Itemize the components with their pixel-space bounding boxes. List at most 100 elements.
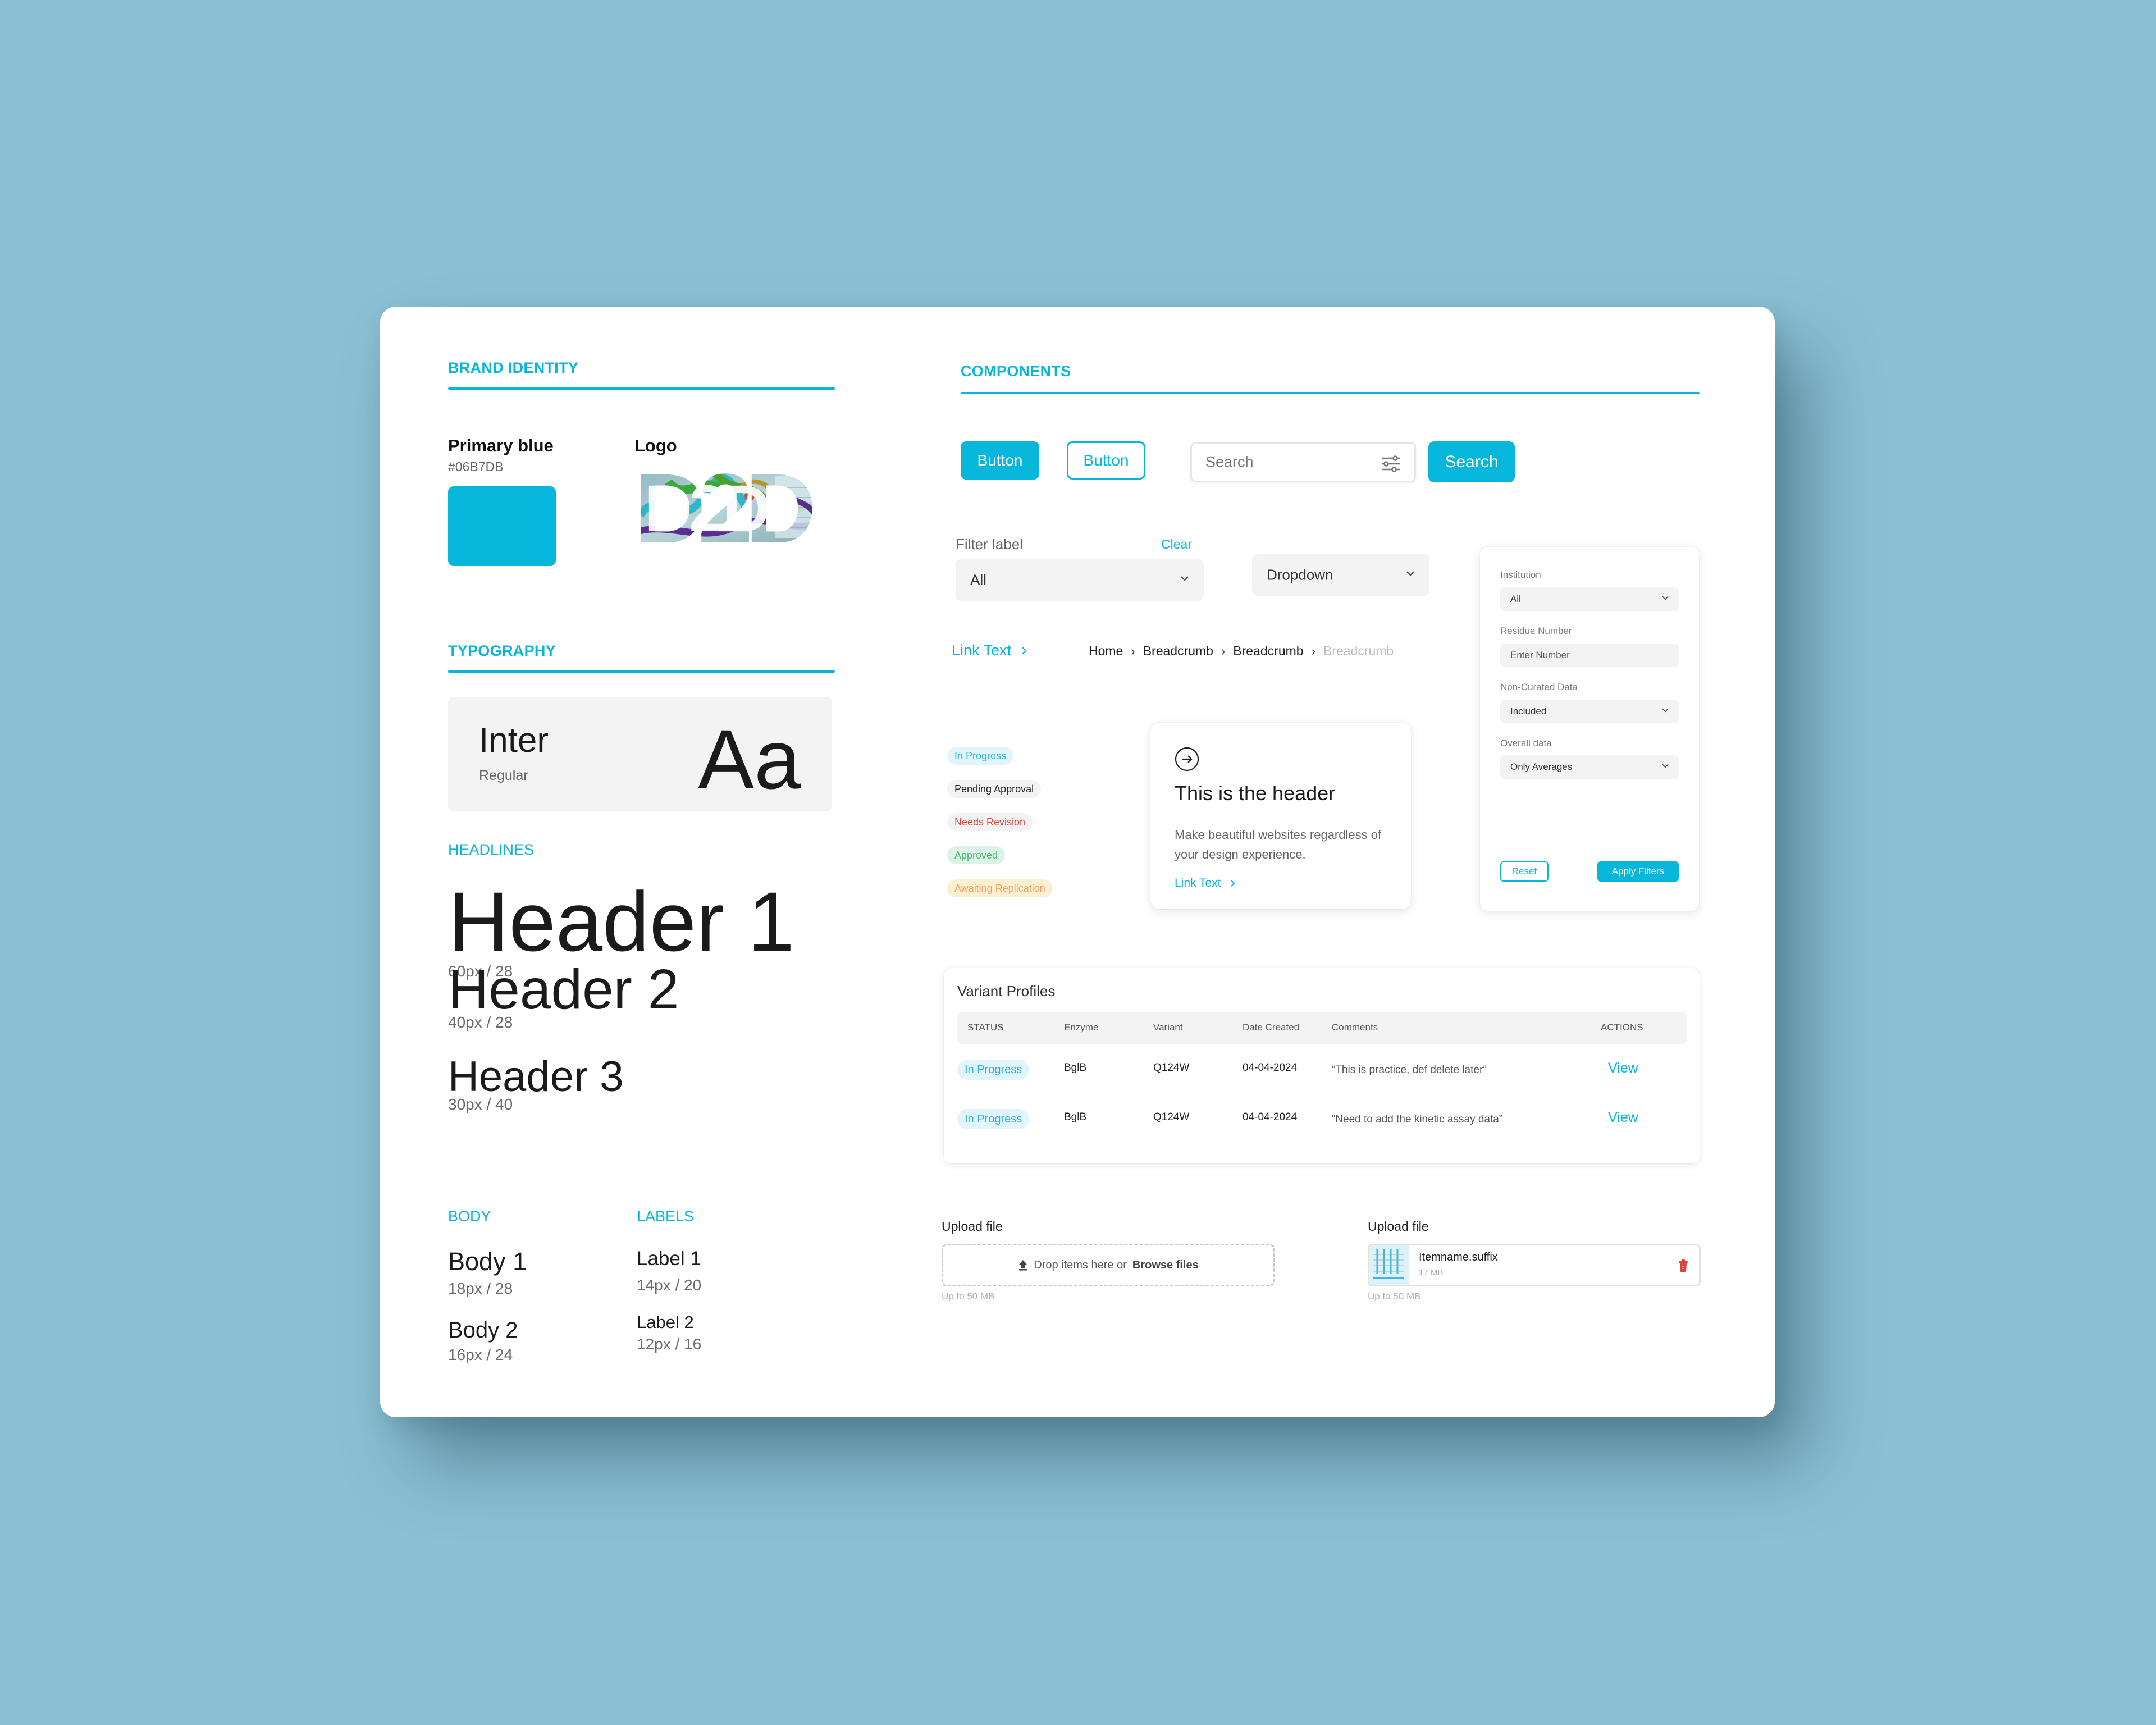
search-input[interactable]: Search: [1190, 442, 1416, 482]
info-card-title: This is the header: [1175, 782, 1336, 805]
logo-label: Logo: [634, 436, 677, 455]
institution-label: Institution: [1500, 569, 1541, 580]
uploaded-file-item: Itemname.suffix 17 MB: [1368, 1244, 1701, 1286]
info-card-body: Make beautiful websites regardless of yo…: [1175, 828, 1382, 861]
chevron-down-icon: [1662, 593, 1669, 603]
headlines-title: HEADLINES: [448, 841, 535, 858]
row-view-link[interactable]: View: [1608, 1060, 1638, 1076]
apply-filters-button[interactable]: Apply Filters: [1597, 861, 1679, 882]
header-3-sample: Header 3: [448, 1053, 624, 1101]
primary-blue-swatch: [448, 486, 556, 566]
row-enzyme: BglB: [1064, 1111, 1087, 1123]
svg-text:D2D: D2D: [645, 472, 768, 545]
typography-rule: [448, 670, 835, 673]
font-weight: Regular: [479, 768, 528, 783]
residue-number-input[interactable]: Enter Number: [1500, 644, 1679, 667]
column-header-enzyme: Enzyme: [1064, 1022, 1099, 1033]
breadcrumb-item[interactable]: Breadcrumb: [1143, 644, 1213, 659]
breadcrumb-item-current: Breadcrumb: [1323, 644, 1394, 658]
row-status-badge: In Progress: [957, 1109, 1030, 1129]
upload-size-hint: Up to 50 MB: [942, 1291, 995, 1302]
non-curated-data-select[interactable]: Included: [1500, 700, 1679, 723]
upload-icon: [1019, 1260, 1027, 1271]
status-badge-in-progress: In Progress: [947, 747, 1014, 765]
upload-label: Upload file: [942, 1219, 1003, 1234]
font-name: Inter: [479, 721, 549, 760]
file-thumbnail: [1369, 1245, 1409, 1285]
residue-number-placeholder: Enter Number: [1510, 650, 1570, 660]
body-2-spec: 16px / 24: [448, 1346, 513, 1363]
breadcrumb-item[interactable]: Breadcrumb: [1233, 644, 1303, 659]
primary-blue-hex: #06B7DB: [448, 459, 504, 474]
table-title: Variant Profiles: [957, 983, 1056, 1000]
row-date: 04-04-2024: [1243, 1062, 1298, 1074]
components-title: COMPONENTS: [961, 363, 1071, 380]
label-1-spec: 14px / 20: [637, 1276, 702, 1294]
upload-label: Upload file: [1368, 1219, 1429, 1234]
body-title: BODY: [448, 1208, 491, 1225]
body-2-sample: Body 2: [448, 1318, 518, 1343]
filter-select[interactable]: All: [956, 559, 1204, 601]
link-text[interactable]: Link Text: [952, 642, 1027, 659]
column-header-date-created: Date Created: [1243, 1022, 1300, 1033]
institution-value: All: [1510, 594, 1521, 604]
brand-identity-title: BRAND IDENTITY: [448, 359, 579, 376]
search-placeholder: Search: [1205, 453, 1254, 471]
info-card[interactable]: This is the header Make beautiful websit…: [1150, 723, 1411, 909]
search-button[interactable]: Search: [1428, 441, 1515, 482]
overall-data-value: Only Averages: [1510, 761, 1573, 772]
column-header-variant: Variant: [1153, 1022, 1183, 1033]
dropdown-select[interactable]: Dropdown: [1252, 554, 1429, 596]
chevron-down-icon: [1662, 705, 1669, 715]
row-enzyme: BglB: [1064, 1062, 1087, 1074]
table-header: STATUS Enzyme Variant Date Created Comme…: [957, 1012, 1687, 1044]
overall-data-select[interactable]: Only Averages: [1500, 755, 1679, 779]
filter-clear-link[interactable]: Clear: [1161, 537, 1192, 552]
row-variant: Q124W: [1153, 1111, 1190, 1123]
info-card-link[interactable]: Link Text: [1175, 877, 1235, 890]
chevron-right-icon: ›: [1311, 644, 1315, 658]
column-header-comments: Comments: [1332, 1022, 1378, 1033]
reset-button[interactable]: Reset: [1500, 861, 1549, 882]
body-1-sample: Body 1: [448, 1247, 527, 1276]
header-2-spec: 40px / 28: [448, 1014, 513, 1031]
status-badge-awaiting-replication: Awaiting Replication: [947, 879, 1053, 897]
browse-files-link[interactable]: Browse files: [1132, 1259, 1199, 1272]
row-view-link[interactable]: View: [1608, 1110, 1638, 1126]
row-status-badge: In Progress: [957, 1060, 1030, 1080]
style-guide-card: BRAND IDENTITY Primary blue #06B7DB Logo…: [380, 307, 1775, 1417]
info-card-link-label: Link Text: [1175, 877, 1221, 889]
row-date: 04-04-2024: [1243, 1111, 1298, 1123]
row-comment: “Need to add the kinetic assay data”: [1332, 1114, 1503, 1125]
primary-blue-label: Primary blue: [448, 436, 554, 455]
chevron-down-icon: [1662, 761, 1669, 771]
status-badge-needs-revision: Needs Revision: [947, 813, 1033, 831]
institution-select[interactable]: All: [1500, 587, 1679, 611]
label-2-spec: 12px / 16: [637, 1335, 702, 1353]
trash-icon[interactable]: [1678, 1259, 1689, 1275]
font-specimen-box: Inter Regular Aa: [448, 697, 832, 811]
filter-panel: Institution All Residue Number Enter Num…: [1480, 547, 1699, 911]
d2d-logo: D2D D2D: [634, 465, 838, 546]
link-text-label: Link Text: [952, 642, 1012, 659]
header-3-spec: 30px / 40: [448, 1096, 513, 1113]
outline-button[interactable]: Button: [1067, 441, 1145, 480]
upload-dropzone[interactable]: Drop items here or Browse files: [942, 1244, 1275, 1286]
upload-size-hint: Up to 50 MB: [1368, 1291, 1421, 1302]
primary-button[interactable]: Button: [961, 441, 1039, 480]
font-sample: Aa: [698, 712, 801, 806]
filter-sliders-icon[interactable]: [1381, 455, 1401, 476]
status-badge-pending-approval: Pending Approval: [947, 780, 1042, 798]
overall-data-label: Overall data: [1500, 738, 1552, 749]
typography-title: TYPOGRAPHY: [448, 642, 556, 659]
label-2-sample: Label 2: [637, 1312, 694, 1332]
residue-number-label: Residue Number: [1500, 626, 1572, 636]
file-size: 17 MB: [1419, 1268, 1444, 1277]
non-curated-data-label: Non-Curated Data: [1500, 682, 1578, 692]
status-badge-approved: Approved: [947, 846, 1006, 864]
non-curated-data-value: Included: [1510, 706, 1547, 717]
dropdown-value: Dropdown: [1267, 566, 1333, 583]
breadcrumb-item-home[interactable]: Home: [1089, 644, 1123, 659]
arrow-circle-icon: [1175, 747, 1199, 774]
header-1-sample: Header 1: [448, 874, 795, 969]
